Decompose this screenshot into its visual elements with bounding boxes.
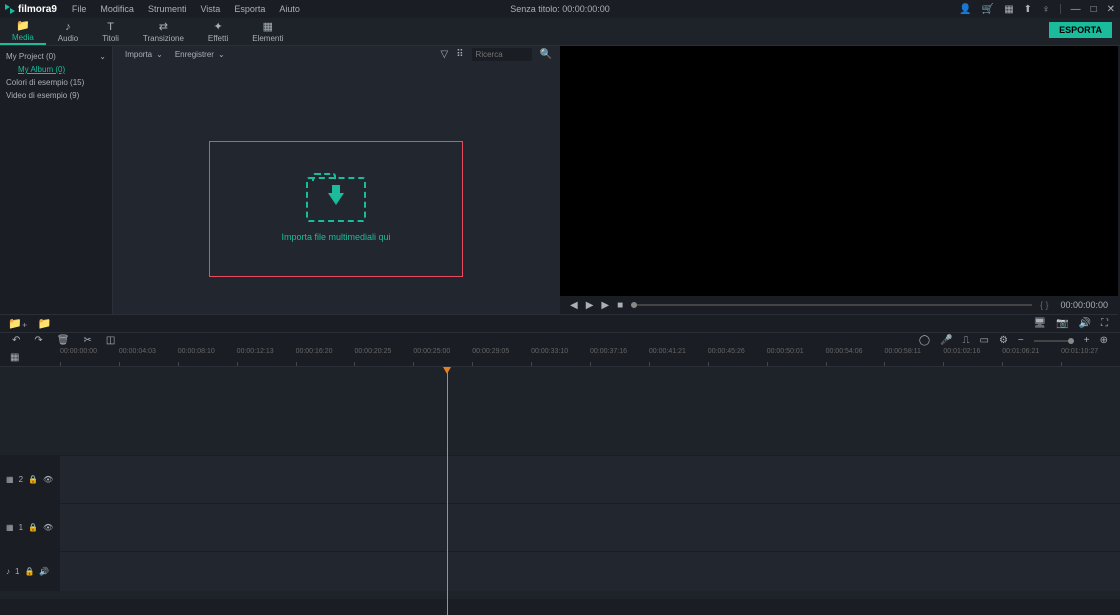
track-header: ▦1🔒👁 bbox=[0, 504, 60, 551]
folder-icon bbox=[306, 177, 366, 222]
timeline-ruler[interactable]: ▦ 00:00:00:0000:00:04:0300:00:08:1000:00… bbox=[0, 348, 1120, 367]
fit-icon[interactable]: ⊕ bbox=[1100, 335, 1108, 346]
bell-icon[interactable]: ♀ bbox=[1042, 4, 1050, 15]
main-menu: File Modifica Strumenti Vista Esporta Aiuto bbox=[72, 4, 300, 14]
delete-button[interactable]: 🗑 bbox=[57, 335, 70, 346]
track[interactable]: ▦2🔒👁 bbox=[0, 455, 1120, 503]
grid-view-icon[interactable]: ⠿ bbox=[456, 49, 463, 60]
preview-timecode: 00:00:00:00 bbox=[1060, 300, 1108, 310]
track[interactable]: ▦1🔒👁 bbox=[0, 503, 1120, 551]
play-button[interactable]: ▶ bbox=[586, 300, 594, 311]
add-folder-icon[interactable]: 📁₊ bbox=[8, 317, 28, 330]
window-title: Senza titolo: 00:00:00:00 bbox=[510, 4, 610, 14]
preview-panel: ◀ ▶ ▶ ■ { } 00:00:00:00 🖥 📷 🔊 ⛶ bbox=[560, 46, 1118, 332]
record-dropdown[interactable]: Enregistrer⌄ bbox=[171, 50, 229, 59]
tab-media[interactable]: 📁Media bbox=[0, 18, 46, 45]
monitor-icon[interactable]: 🖥 bbox=[1033, 318, 1046, 329]
tree-item[interactable]: My Project (0)⌄ bbox=[6, 50, 106, 63]
undo-button[interactable]: ↶ bbox=[12, 335, 20, 346]
upload-icon[interactable]: ⬆ bbox=[1024, 4, 1032, 15]
zoom-in-icon[interactable]: + bbox=[1084, 335, 1090, 346]
minimize-button[interactable]: — bbox=[1071, 4, 1081, 15]
eye-icon[interactable]: 👁 bbox=[43, 475, 53, 484]
timeline-tracks: ▦2🔒👁▦1🔒👁♪1🔒🔊 bbox=[0, 367, 1120, 599]
tree-item[interactable]: My Album (0) bbox=[6, 63, 106, 76]
tab-titoli[interactable]: TTitoli bbox=[90, 18, 131, 45]
grid-icon[interactable]: ▦ bbox=[1004, 4, 1013, 15]
media-toolbar: Importa⌄ Enregistrer⌄ ▽ ⠿ 🔍 bbox=[113, 46, 560, 62]
split-button[interactable]: ✂ bbox=[83, 335, 91, 346]
track-header: ♪1🔒🔊 bbox=[0, 552, 60, 591]
user-icon[interactable]: 👤 bbox=[959, 4, 971, 15]
track-header: ▦2🔒👁 bbox=[0, 456, 60, 503]
maximize-button[interactable]: □ bbox=[1091, 4, 1097, 15]
close-button[interactable]: ✕ bbox=[1107, 4, 1115, 15]
settings-icon[interactable]: ⚙ bbox=[999, 335, 1008, 346]
render-icon[interactable]: ▭ bbox=[980, 335, 989, 346]
stop-button[interactable]: ■ bbox=[617, 300, 623, 311]
tab-effetti[interactable]: ✦Effetti bbox=[196, 18, 240, 45]
titlebar-right: 👤 🛒 ▦ ⬆ ♀ — □ ✕ bbox=[959, 4, 1115, 15]
menu-esporta[interactable]: Esporta bbox=[234, 4, 265, 14]
tree-item[interactable]: Colori di esempio (15) bbox=[6, 76, 106, 89]
tab-elementi[interactable]: ▦Elementi bbox=[240, 18, 295, 45]
import-drop-zone[interactable]: Importa file multimediali qui bbox=[209, 141, 463, 277]
volume-icon[interactable]: 🔊 bbox=[1079, 318, 1091, 329]
preview-bottom-bar: 🖥 📷 🔊 ⛶ bbox=[560, 314, 1118, 332]
prev-frame-button[interactable]: ◀ bbox=[570, 300, 578, 311]
search-input[interactable] bbox=[472, 48, 532, 61]
menu-modifica[interactable]: Modifica bbox=[100, 4, 134, 14]
track[interactable]: ♪1🔒🔊 bbox=[0, 551, 1120, 591]
zoom-slider[interactable] bbox=[1034, 340, 1074, 342]
lock-icon[interactable]: 🔒 bbox=[28, 523, 38, 532]
filter-icon[interactable]: ▽ bbox=[441, 49, 449, 60]
ruler-icon[interactable]: ▦ bbox=[10, 352, 19, 363]
next-frame-button[interactable]: ▶ bbox=[601, 300, 609, 311]
tree-item[interactable]: Video di esempio (9) bbox=[6, 89, 106, 102]
folder-icon[interactable]: 📁 bbox=[38, 317, 52, 330]
menu-vista[interactable]: Vista bbox=[200, 4, 220, 14]
redo-button[interactable]: ↷ bbox=[34, 335, 42, 346]
tab-transizione[interactable]: ⇄Transizione bbox=[131, 18, 196, 45]
volume-icon[interactable]: 🔊 bbox=[39, 567, 49, 576]
eye-icon[interactable]: 👁 bbox=[43, 523, 53, 532]
logo-icon bbox=[5, 4, 15, 14]
project-sidebar: My Project (0)⌄My Album (0)Colori di ese… bbox=[0, 46, 113, 314]
tab-audio[interactable]: ♪Audio bbox=[46, 18, 90, 45]
lock-icon[interactable]: 🔒 bbox=[24, 567, 34, 576]
titlebar: filmora9 File Modifica Strumenti Vista Espor… bbox=[0, 0, 1120, 18]
preview-controls: ◀ ▶ ▶ ■ { } 00:00:00:00 bbox=[560, 296, 1118, 314]
app-logo: filmora9 bbox=[5, 4, 57, 15]
chevron-down-icon: ⌄ bbox=[99, 52, 106, 61]
app-name: filmora9 bbox=[18, 4, 57, 15]
cart-icon[interactable]: 🛒 bbox=[982, 4, 994, 15]
timeline-toolbar: ↶ ↷ 🗑 ✂ ◫ ◯ 🎤 ⎍ ▭ ⚙ − + ⊕ bbox=[0, 332, 1120, 348]
export-button[interactable]: ESPORTA bbox=[1049, 22, 1112, 38]
marker-icon[interactable]: ◯ bbox=[919, 335, 930, 346]
playhead[interactable] bbox=[447, 367, 448, 615]
zoom-out-icon[interactable]: − bbox=[1018, 335, 1024, 346]
menu-file[interactable]: File bbox=[72, 4, 87, 14]
import-text: Importa file multimediali qui bbox=[281, 232, 390, 242]
mic-icon[interactable]: 🎤 bbox=[940, 335, 952, 346]
tab-bar: 📁Media♪AudioTTitoli⇄Transizione✦Effetti▦… bbox=[0, 18, 1120, 46]
import-dropdown[interactable]: Importa⌄ bbox=[121, 50, 167, 59]
preview-video bbox=[560, 46, 1118, 296]
mixer-icon[interactable]: ⎍ bbox=[963, 335, 970, 346]
menu-strumenti[interactable]: Strumenti bbox=[148, 4, 187, 14]
marker-brackets[interactable]: { } bbox=[1040, 300, 1049, 310]
chevron-down-icon: ⌄ bbox=[156, 50, 163, 59]
folder-actions: 📁₊ 📁 bbox=[0, 314, 560, 332]
fullscreen-icon[interactable]: ⛶ bbox=[1101, 318, 1108, 329]
main-row: My Project (0)⌄My Album (0)Colori di ese… bbox=[0, 46, 1120, 332]
camera-icon[interactable]: 📷 bbox=[1056, 318, 1068, 329]
search-icon[interactable]: 🔍 bbox=[540, 49, 552, 60]
crop-button[interactable]: ◫ bbox=[106, 335, 115, 346]
playback-slider[interactable] bbox=[631, 304, 1032, 306]
arrow-down-icon bbox=[328, 193, 344, 205]
chevron-down-icon: ⌄ bbox=[218, 50, 225, 59]
media-panel: Importa⌄ Enregistrer⌄ ▽ ⠿ 🔍 Importa file… bbox=[113, 46, 560, 314]
lock-icon[interactable]: 🔒 bbox=[28, 475, 38, 484]
menu-aiuto[interactable]: Aiuto bbox=[279, 4, 300, 14]
